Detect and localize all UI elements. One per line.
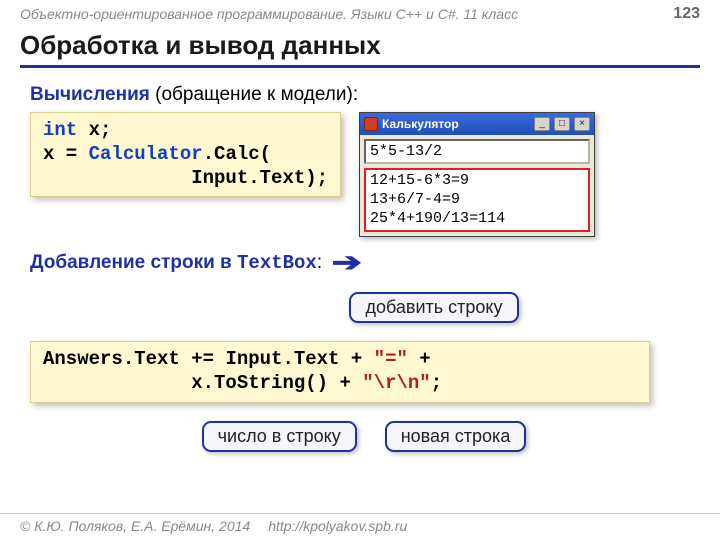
- footer-copyright: © К.Ю. Поляков, Е.А. Ерёмин, 2014: [20, 518, 250, 534]
- subhead-add-kw: Добавление строки в: [30, 252, 237, 273]
- app-icon: [364, 117, 378, 131]
- close-button[interactable]: ×: [574, 117, 590, 131]
- footer-url: http://kpolyakov.spb.ru: [268, 518, 407, 534]
- subhead-calc-kw: Вычисления: [30, 84, 150, 105]
- page-number: 123: [673, 5, 700, 23]
- code1-l2c: .Calc(: [203, 143, 271, 165]
- bubble-newline: новая строка: [385, 421, 527, 452]
- window-title: Калькулятор: [382, 117, 530, 131]
- code2-l2c: ;: [431, 372, 442, 394]
- code2-l1a: Answers.Text: [43, 348, 180, 370]
- course-label: Объектно-ориентированное программировани…: [20, 6, 518, 22]
- code1-calculator: Calculator: [89, 143, 203, 165]
- subhead-calc: Вычисления (обращение к модели):: [30, 84, 698, 106]
- code1-int: int: [43, 119, 77, 141]
- code1-l1b: x;: [77, 119, 111, 141]
- code-block-append: Answers.Text += Input.Text + "=" + x.ToS…: [30, 341, 650, 403]
- subhead-calc-rest: (обращение к модели):: [150, 84, 358, 105]
- footer: © К.Ю. Поляков, Е.А. Ерёмин, 2014 http:/…: [0, 513, 720, 534]
- page-title: Обработка и вывод данных: [20, 30, 700, 68]
- answers-textbox[interactable]: 12+15-6*3=9 13+6/7-4=9 25*4+190/13=114: [364, 168, 590, 232]
- input-textbox[interactable]: 5*5-13/2: [364, 139, 590, 164]
- code2-l1c: Input.Text +: [225, 348, 373, 370]
- code2-l2a: x.ToString() +: [43, 372, 362, 394]
- header-bar: Объектно-ориентированное программировани…: [0, 0, 720, 28]
- code2-l1b: +=: [180, 348, 226, 370]
- code2-eq: "=": [374, 348, 408, 370]
- code2-crlf: "\r\n": [362, 372, 430, 394]
- bubble-add-line: добавить строку: [349, 292, 518, 323]
- window-titlebar: Калькулятор _ □ ×: [360, 113, 594, 135]
- subhead-add-mono: TextBox: [237, 252, 317, 274]
- code1-l2a: x =: [43, 143, 89, 165]
- subhead-add: Добавление строки в TextBox:: [30, 252, 322, 274]
- minimize-button[interactable]: _: [534, 117, 550, 131]
- code-block-calc: int x; x = Calculator.Calc( Input.Text);: [30, 112, 341, 197]
- window-calculator: Калькулятор _ □ × 5*5-13/2 12+15-6*3=9 1…: [359, 112, 595, 237]
- maximize-button[interactable]: □: [554, 117, 570, 131]
- arrow-icon: ➔: [332, 247, 363, 278]
- bubble-tostring: число в строку: [202, 421, 357, 452]
- subhead-add-tail: :: [317, 252, 322, 273]
- code1-l3: Input.Text);: [43, 167, 328, 189]
- code2-l1e: +: [408, 348, 431, 370]
